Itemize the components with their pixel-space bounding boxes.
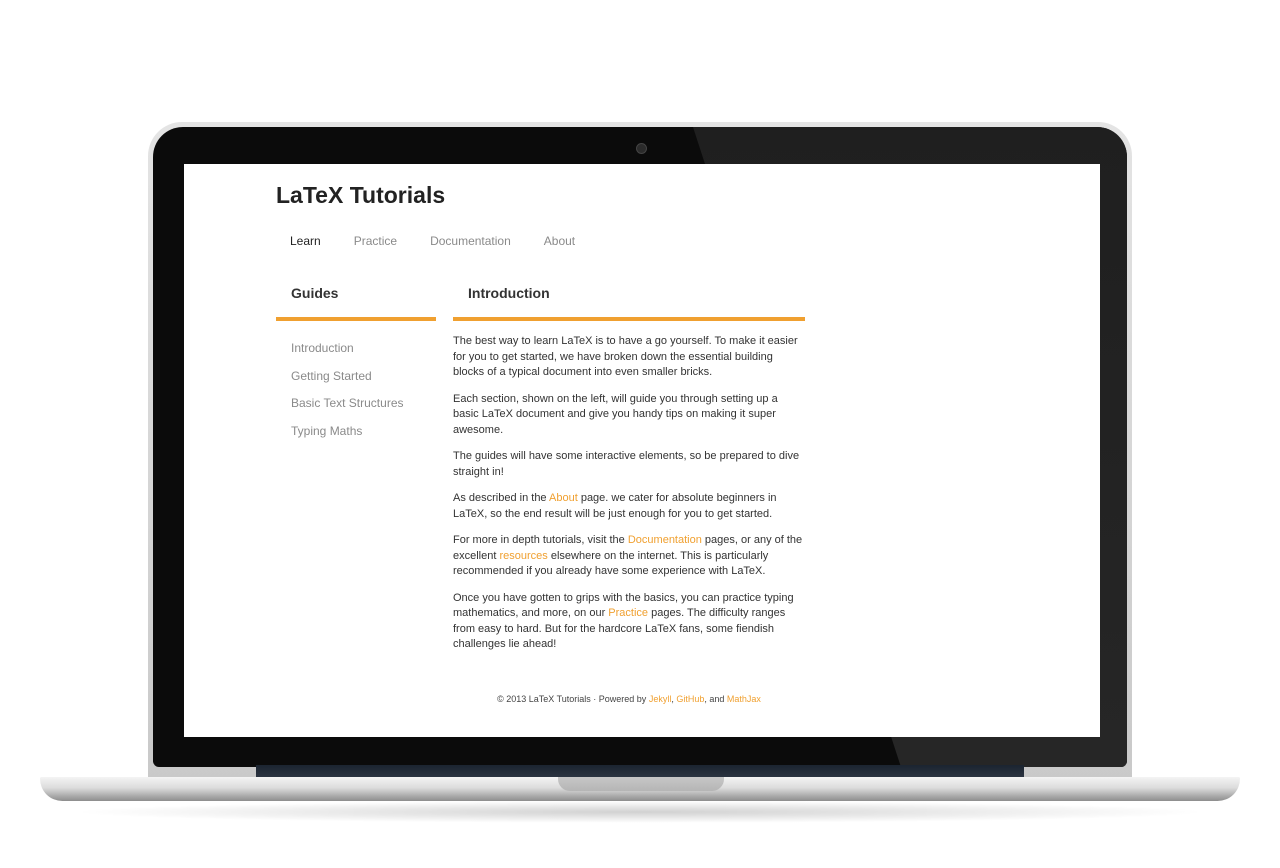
sidebar-item-typing-maths[interactable]: Typing Maths: [291, 422, 436, 450]
about-link[interactable]: About: [549, 492, 578, 504]
browser-viewport: LaTeX Tutorials Learn Practice Documenta…: [184, 164, 1100, 737]
mathjax-link[interactable]: MathJax: [727, 694, 761, 704]
paragraph-4: As described in the About page. we cater…: [453, 491, 805, 522]
paragraph-4-text-a: As described in the: [453, 492, 550, 504]
laptop-shadow: [70, 801, 1210, 823]
paragraph-2: Each section, shown on the left, will gu…: [453, 392, 778, 436]
page-heading: Introduction: [453, 284, 805, 321]
site-title[interactable]: LaTeX Tutorials: [276, 182, 445, 209]
sidebar-item-basic-text-structures[interactable]: Basic Text Structures: [291, 394, 436, 422]
paragraph-5-text-a: For more in depth tutorials, visit the: [453, 534, 628, 546]
laptop-base-notch: [558, 777, 724, 791]
camera-icon: [636, 143, 647, 154]
page-footer: © 2013 LaTeX Tutorials · Powered by Jeky…: [453, 694, 805, 704]
nav-about[interactable]: About: [544, 234, 575, 248]
practice-link[interactable]: Practice: [608, 607, 648, 619]
sidebar-heading: Guides: [276, 284, 436, 321]
nav-learn[interactable]: Learn: [290, 234, 321, 248]
sidebar-item-getting-started[interactable]: Getting Started: [291, 367, 436, 395]
guides-sidebar: Guides Introduction Getting Started Basi…: [276, 284, 436, 449]
footer-sep-2: , and: [704, 694, 727, 704]
main-nav: Learn Practice Documentation About: [290, 234, 608, 248]
nav-practice[interactable]: Practice: [354, 234, 397, 248]
documentation-link[interactable]: Documentation: [628, 534, 702, 546]
nav-documentation[interactable]: Documentation: [430, 234, 511, 248]
footer-copyright: © 2013 LaTeX Tutorials · Powered by: [497, 694, 649, 704]
paragraph-1: The best way to learn LaTeX is to have a…: [453, 335, 798, 378]
paragraph-6: Once you have gotten to grips with the b…: [453, 591, 805, 653]
article-body: The best way to learn LaTeX is to have a…: [453, 321, 805, 653]
paragraph-3: The guides will have some interactive el…: [453, 450, 800, 478]
github-link[interactable]: GitHub: [676, 694, 704, 704]
paragraph-5: For more in depth tutorials, visit the D…: [453, 533, 805, 580]
sidebar-item-introduction[interactable]: Introduction: [291, 339, 436, 367]
resources-link[interactable]: resources: [499, 550, 547, 562]
guides-list: Introduction Getting Started Basic Text …: [276, 339, 436, 449]
jekyll-link[interactable]: Jekyll: [649, 694, 672, 704]
main-content: Introduction The best way to learn LaTeX…: [453, 284, 805, 664]
